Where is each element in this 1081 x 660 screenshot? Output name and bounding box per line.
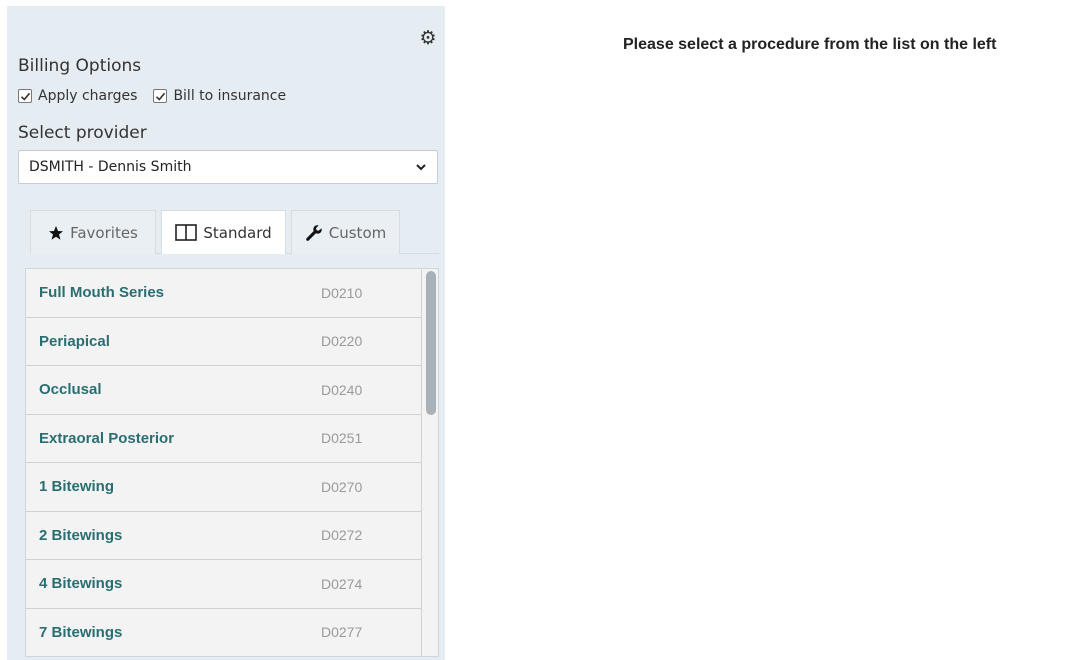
- procedure-tabs: Favorites Standard Custom: [30, 210, 439, 254]
- procedure-name: Occlusal: [39, 381, 102, 399]
- star-icon: [48, 225, 64, 241]
- procedure-code: D0240: [321, 381, 363, 398]
- apply-charges-label: Apply charges: [38, 88, 138, 104]
- procedure-code: D0270: [321, 478, 363, 495]
- procedure-name: Periapical: [39, 332, 110, 350]
- procedure-name: 2 Bitewings: [39, 526, 123, 544]
- procedure-row[interactable]: Extraoral Posterior D0251: [26, 414, 422, 463]
- book-icon: [175, 224, 198, 241]
- chevron-down-icon: [416, 164, 426, 171]
- wrench-icon: [305, 224, 323, 242]
- procedure-name: 7 Bitewings: [39, 623, 123, 641]
- bill-to-insurance-label: Bill to insurance: [173, 88, 287, 104]
- provider-select-value: DSMITH - Dennis Smith: [29, 159, 192, 175]
- procedure-row[interactable]: 1 Bitewing D0270: [26, 463, 422, 512]
- billing-options-title: Billing Options: [18, 56, 142, 76]
- tab-custom[interactable]: Custom: [291, 210, 400, 254]
- procedure-name: Extraoral Posterior: [39, 429, 175, 447]
- procedure-name: 4 Bitewings: [39, 575, 123, 593]
- procedure-row[interactable]: Full Mouth Series D0210: [26, 269, 422, 318]
- bill-to-insurance-checkbox[interactable]: Bill to insurance: [153, 88, 286, 104]
- procedure-list-scrollbar[interactable]: [426, 269, 436, 656]
- procedure-name: 1 Bitewing: [39, 478, 115, 496]
- checkmark-icon: [18, 89, 32, 103]
- select-provider-title: Select provider: [18, 123, 147, 143]
- billing-checkboxes: Apply charges Bill to insurance: [18, 88, 302, 104]
- procedure-code: D0210: [321, 284, 363, 301]
- tab-custom-label: Custom: [328, 223, 387, 242]
- procedure-row[interactable]: Occlusal D0240: [26, 366, 422, 415]
- procedure-code: D0277: [321, 624, 363, 641]
- scrollbar-thumb[interactable]: [426, 271, 436, 415]
- billing-panel: ⚙ Billing Options Apply charges Bill to …: [7, 6, 445, 660]
- tab-favorites-label: Favorites: [70, 223, 138, 242]
- procedure-code: D0220: [321, 333, 363, 350]
- provider-select[interactable]: DSMITH - Dennis Smith: [18, 150, 438, 184]
- apply-charges-checkbox[interactable]: Apply charges: [18, 88, 137, 104]
- gear-icon[interactable]: ⚙: [418, 28, 438, 48]
- procedure-code: D0272: [321, 527, 363, 544]
- procedure-row[interactable]: 7 Bitewings D0277: [26, 608, 422, 656]
- procedure-row[interactable]: Periapical D0220: [26, 317, 422, 366]
- procedure-list: Full Mouth Series D0210 Periapical D0220…: [25, 268, 439, 657]
- tab-standard-label: Standard: [203, 223, 272, 242]
- tab-standard[interactable]: Standard: [161, 210, 286, 254]
- procedure-row[interactable]: 4 Bitewings D0274: [26, 560, 422, 609]
- procedure-name: Full Mouth Series: [39, 284, 165, 302]
- tab-favorites[interactable]: Favorites: [30, 210, 156, 254]
- procedure-row[interactable]: 2 Bitewings D0272: [26, 511, 422, 560]
- procedure-code: D0274: [321, 575, 363, 592]
- procedure-code: D0251: [321, 430, 363, 447]
- checkmark-icon: [153, 89, 168, 103]
- select-procedure-prompt: Please select a procedure from the list …: [623, 36, 997, 53]
